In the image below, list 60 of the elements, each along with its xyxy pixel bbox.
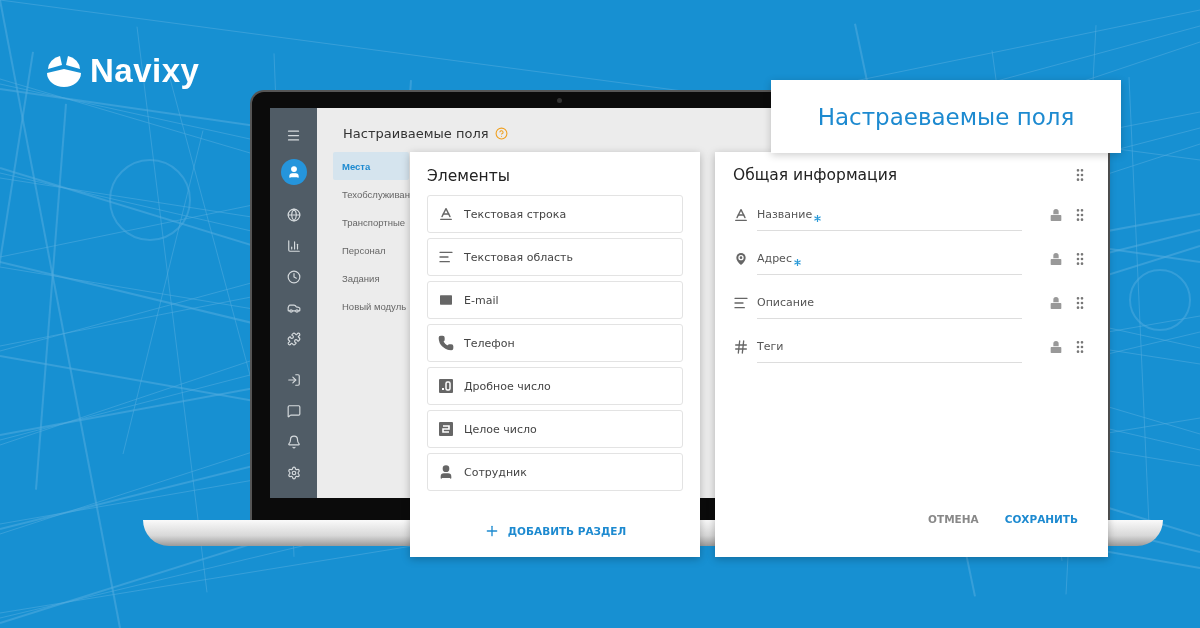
element-item[interactable]: Текстовая строка xyxy=(427,195,683,233)
required-icon xyxy=(793,259,801,266)
text-format-icon xyxy=(733,207,749,223)
person-icon xyxy=(438,464,454,480)
nav-item[interactable]: Транспортные xyxy=(333,208,409,236)
required-icon xyxy=(814,215,822,222)
element-label: E-mail xyxy=(464,293,499,307)
nav-item[interactable]: Техобслуживан xyxy=(333,180,409,208)
message-icon[interactable] xyxy=(286,403,301,418)
element-label: Текстовая область xyxy=(464,250,573,264)
menu-icon[interactable] xyxy=(286,128,301,143)
element-label: Телефон xyxy=(464,336,515,350)
camera-dot xyxy=(557,98,562,103)
banner-title: Настраеваемые поля xyxy=(817,103,1075,130)
cancel-button[interactable]: ОТМЕНА xyxy=(922,507,985,531)
bell-icon[interactable] xyxy=(286,434,301,449)
text-lines-icon xyxy=(438,249,454,265)
puzzle-icon[interactable] xyxy=(286,331,301,346)
element-label: Сотрудник xyxy=(464,465,527,479)
text-lines-icon xyxy=(733,295,749,311)
card-title: Общая информация xyxy=(733,166,898,184)
nav-item[interactable]: Персонал xyxy=(333,236,409,264)
element-item[interactable]: Текстовая область xyxy=(427,238,683,276)
globe-icon[interactable] xyxy=(286,207,301,222)
add-section-button[interactable]: ДОБАВИТЬ РАЗДЕЛ xyxy=(479,519,631,543)
nav-item[interactable]: Новый модуль xyxy=(333,292,409,320)
form-field[interactable]: Название xyxy=(757,199,1022,231)
phone-icon xyxy=(438,335,454,351)
element-item[interactable]: Телефон xyxy=(427,324,683,362)
form-field[interactable]: Теги xyxy=(757,331,1022,363)
element-item[interactable]: Целое число xyxy=(427,410,683,448)
user-icon xyxy=(286,165,301,179)
element-item[interactable]: E-mail xyxy=(427,281,683,319)
element-label: Текстовая строка xyxy=(464,207,567,221)
hash-icon xyxy=(733,339,749,355)
chart-icon[interactable] xyxy=(286,238,301,253)
brand-logo-text: Navixy xyxy=(90,52,200,90)
settings-icon[interactable] xyxy=(286,465,301,480)
element-label: Целое число xyxy=(464,422,537,436)
element-label: Дробное число xyxy=(464,379,551,393)
page-title: Настраиваемые поля xyxy=(343,125,489,141)
integer-icon xyxy=(438,421,454,437)
save-button[interactable]: СОХРАНИТЬ xyxy=(998,507,1084,531)
field-label: Название xyxy=(757,208,813,221)
card-title: Элементы xyxy=(427,167,510,185)
form-field[interactable]: Описание xyxy=(757,287,1022,319)
decimal-icon xyxy=(438,378,454,394)
form-field[interactable]: Адрес xyxy=(757,243,1022,275)
login-icon[interactable] xyxy=(286,372,301,387)
field-label: Адрес xyxy=(757,252,792,265)
nav-item[interactable]: Задания xyxy=(333,264,409,292)
field-label: Описание xyxy=(757,296,814,309)
element-item[interactable]: Дробное число xyxy=(427,367,683,405)
map-pin-icon xyxy=(733,251,749,267)
field-label: Теги xyxy=(757,340,784,353)
element-item[interactable]: Сотрудник xyxy=(427,453,683,491)
clock-icon[interactable] xyxy=(286,269,301,284)
logo-icon xyxy=(46,55,82,87)
avatar-button[interactable] xyxy=(280,159,307,185)
text-format-icon xyxy=(438,206,454,222)
